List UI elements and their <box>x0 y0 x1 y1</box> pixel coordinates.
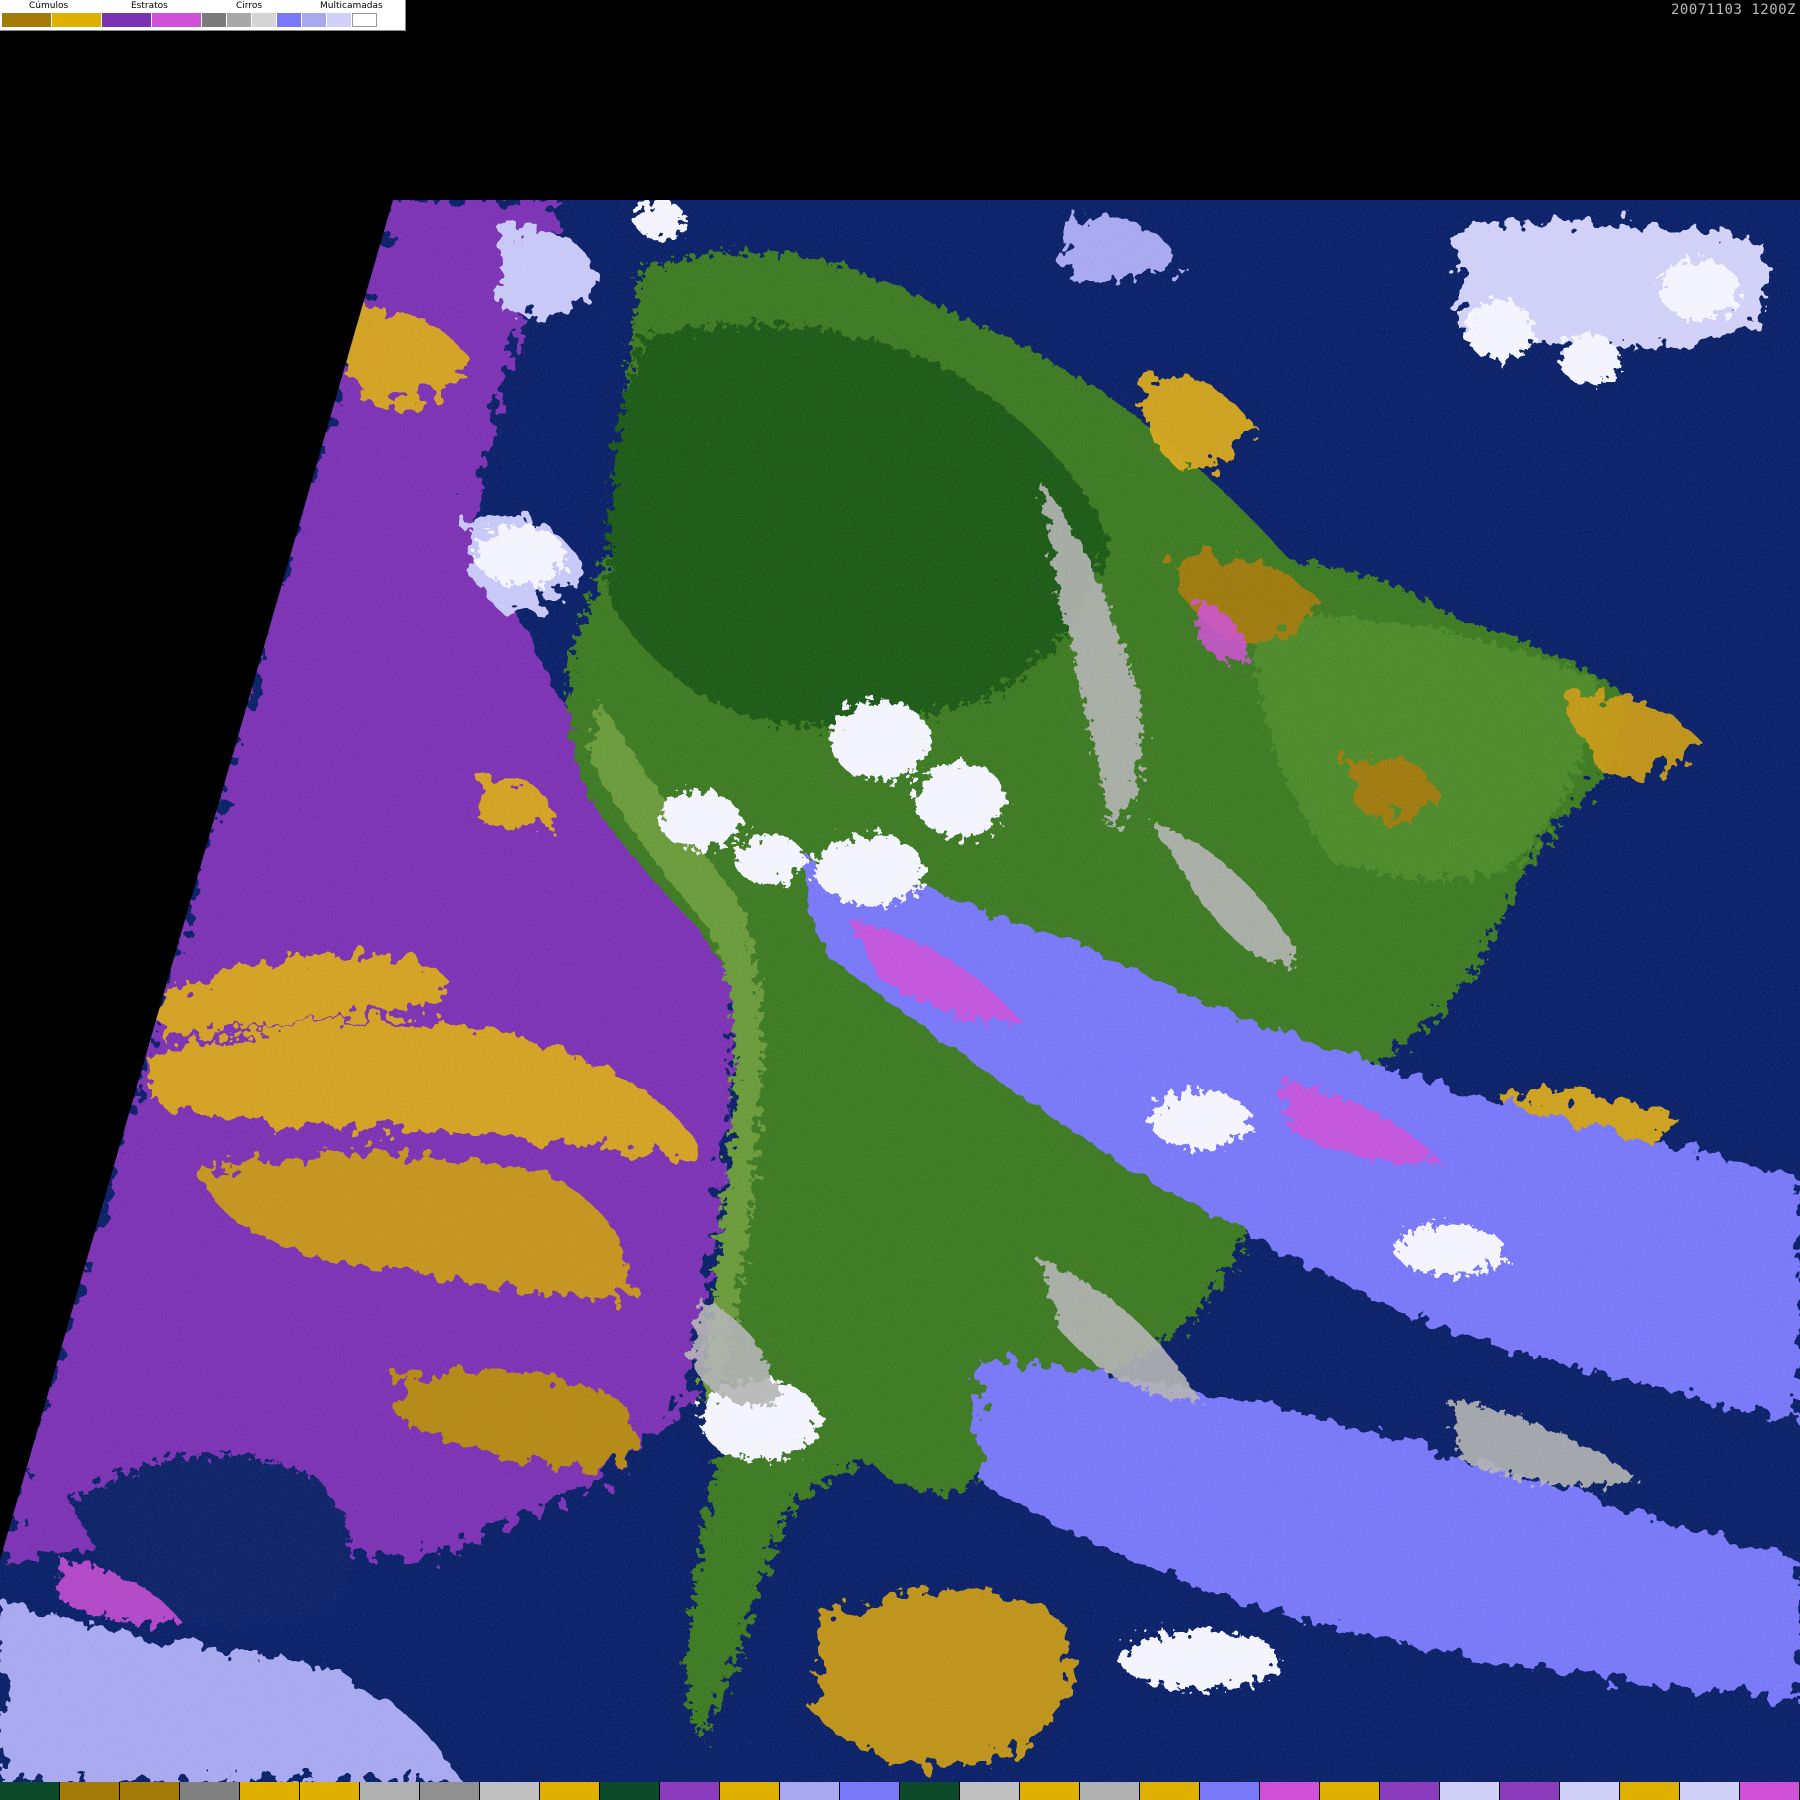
bottom-bar-cell <box>1260 1782 1320 1800</box>
bottom-bar-cell <box>1200 1782 1260 1800</box>
legend-label-stratus: Estratos <box>131 1 168 11</box>
legend-swatch <box>102 13 152 27</box>
cloud-type-legend: Cúmulos Estratos Cirros Multicamadas <box>0 0 406 31</box>
bottom-bar-cell <box>360 1782 420 1800</box>
bottom-bar-cell <box>300 1782 360 1800</box>
pixel-speckle-texture <box>0 200 1800 1782</box>
bottom-bar-cell <box>1140 1782 1200 1800</box>
bottom-bar-cell <box>1560 1782 1620 1800</box>
bottom-color-bar <box>0 1782 1800 1800</box>
bottom-bar-cell <box>240 1782 300 1800</box>
bottom-bar-cell <box>1380 1782 1440 1800</box>
bottom-bar-cell <box>960 1782 1020 1800</box>
bottom-bar-cell <box>0 1782 60 1800</box>
bottom-bar-cell <box>1080 1782 1140 1800</box>
legend-label-multilayer: Multicamadas <box>320 1 383 11</box>
bottom-bar-cell <box>840 1782 900 1800</box>
legend-swatch <box>327 13 352 27</box>
legend-swatch <box>152 13 202 27</box>
legend-swatch <box>52 13 102 27</box>
bottom-bar-cell <box>1320 1782 1380 1800</box>
bottom-bar-cell <box>480 1782 540 1800</box>
bottom-bar-cell <box>720 1782 780 1800</box>
legend-swatch <box>2 13 52 27</box>
legend-swatch <box>302 13 327 27</box>
image-timestamp: 20071103 1200Z <box>1670 2 1796 18</box>
legend-swatch <box>227 13 252 27</box>
legend-swatch-row <box>2 13 377 27</box>
bottom-bar-cell <box>1440 1782 1500 1800</box>
bottom-bar-cell <box>60 1782 120 1800</box>
bottom-bar-cell <box>180 1782 240 1800</box>
satellite-cloud-classification-map <box>0 200 1800 1782</box>
bottom-bar-cell <box>660 1782 720 1800</box>
legend-swatch <box>252 13 277 27</box>
bottom-bar-cell <box>120 1782 180 1800</box>
bottom-bar-cell <box>600 1782 660 1800</box>
bottom-bar-cell <box>1680 1782 1740 1800</box>
legend-label-cumulus: Cúmulos <box>29 1 69 11</box>
bottom-bar-cell <box>900 1782 960 1800</box>
legend-label-cirrus: Cirros <box>236 1 263 11</box>
bottom-bar-cell <box>1020 1782 1080 1800</box>
bottom-bar-cell <box>420 1782 480 1800</box>
bottom-bar-cell <box>1740 1782 1800 1800</box>
bottom-bar-cell <box>1500 1782 1560 1800</box>
legend-swatch <box>352 13 377 27</box>
bottom-bar-cell <box>780 1782 840 1800</box>
legend-swatch <box>202 13 227 27</box>
bottom-bar-cell <box>540 1782 600 1800</box>
legend-swatch <box>277 13 302 27</box>
bottom-bar-cell <box>1620 1782 1680 1800</box>
